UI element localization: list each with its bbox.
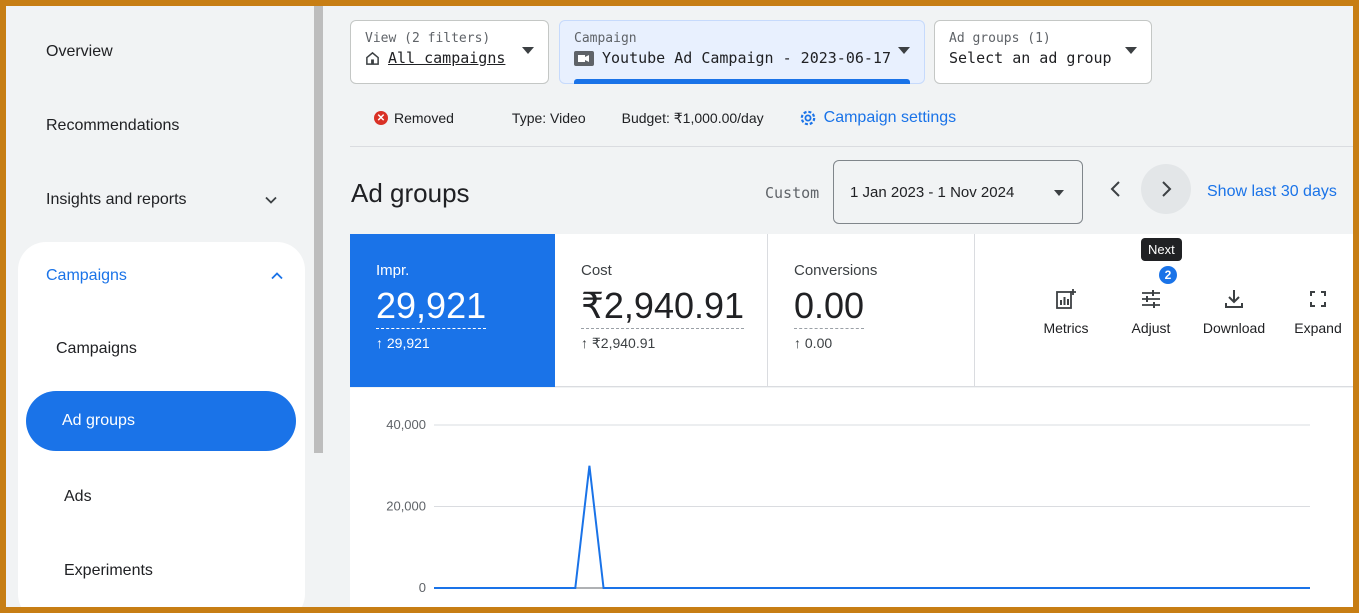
campaign-label: Campaign	[574, 31, 637, 46]
sidebar-subitem-campaigns[interactable]: Campaigns	[20, 319, 290, 379]
view-filter-selector[interactable]: View (2 filters) All campaigns	[350, 20, 549, 84]
next-tooltip: Next	[1141, 238, 1182, 261]
date-range-type: Custom	[765, 184, 820, 202]
metric-value: 29,921	[376, 285, 487, 330]
sidebar-item-campaigns[interactable]: Campaigns	[26, 246, 306, 306]
metric-card-impressions[interactable]: Impr. 29,921 ↑ 29,921	[350, 234, 555, 387]
sidebar-item-overview[interactable]: Overview	[26, 22, 306, 82]
sliders-icon	[1142, 290, 1160, 308]
gear-icon	[800, 110, 815, 126]
campaign-selector[interactable]: Campaign Youtube Ad Campaign - 2023-06-1…	[559, 20, 925, 84]
sidebar-scrollbar[interactable]	[314, 6, 323, 453]
show-last-30-days-link[interactable]: Show last 30 days	[1207, 183, 1337, 201]
download-tool-button[interactable]: Download	[1199, 286, 1269, 336]
status-badge: Removed	[394, 110, 454, 126]
ad-groups-selector[interactable]: Ad groups (1) Select an ad group	[934, 20, 1152, 84]
chevron-left-icon	[1110, 181, 1120, 197]
campaign-info-row: ✕ Removed Type: Video Budget: ₹1,000.00/…	[374, 106, 1353, 130]
sidebar-subitem-ad-groups[interactable]: Ad groups	[26, 391, 296, 451]
campaign-active-indicator	[574, 79, 910, 84]
expand-tool-button[interactable]: Expand	[1283, 286, 1353, 336]
metric-value: ₹2,940.91	[581, 285, 745, 330]
sidebar-item-label: Recommendations	[46, 117, 180, 134]
caret-down-icon	[1125, 47, 1137, 54]
video-campaign-icon	[574, 50, 594, 66]
next-period-button[interactable]	[1141, 164, 1191, 214]
metric-card-conversions[interactable]: Conversions 0.00 ↑ 0.00	[768, 234, 975, 387]
ad-groups-label: Ad groups (1)	[949, 31, 1051, 46]
chevron-up-icon	[271, 272, 283, 280]
metric-card-cost[interactable]: Cost ₹2,940.91 ↑ ₹2,940.91	[555, 234, 768, 387]
metric-label: Impr.	[376, 262, 410, 279]
sidebar-subitem-label: Campaigns	[56, 340, 137, 357]
date-range-picker[interactable]: 1 Jan 2023 - 1 Nov 2024	[833, 160, 1083, 224]
adjust-tool-button[interactable]: 2 Adjust	[1116, 266, 1186, 336]
campaign-settings-link[interactable]: Campaign settings	[798, 108, 956, 128]
chart-area: 40,000 20,000 0	[350, 388, 1353, 607]
caret-down-icon	[1054, 190, 1064, 196]
campaign-budget: Budget: ₹1,000.00/day	[621, 109, 764, 126]
removed-status-icon: ✕	[374, 111, 388, 125]
y-tick-label: 0	[419, 580, 426, 595]
sidebar-item-label: Campaigns	[46, 267, 127, 284]
y-tick-label: 40,000	[386, 417, 426, 432]
ad-groups-value: Select an ad group	[949, 49, 1112, 67]
y-tick-label: 20,000	[386, 499, 426, 514]
sidebar-item-label: Overview	[46, 43, 113, 60]
sidebar-item-insights-and-reports[interactable]: Insights and reports	[26, 170, 306, 230]
metric-label: Cost	[581, 262, 612, 279]
download-icon	[1225, 290, 1243, 308]
previous-period-button[interactable]	[1091, 164, 1141, 214]
campaign-value: Youtube Ad Campaign - 2023-06-17	[574, 49, 910, 67]
sidebar-subitem-label: Experiments	[64, 562, 153, 579]
divider	[350, 146, 1353, 147]
chevron-right-icon	[1162, 181, 1172, 197]
metrics-tool-button[interactable]: Metrics	[1031, 286, 1101, 336]
home-icon	[366, 51, 379, 65]
sidebar-item-label: Insights and reports	[46, 191, 187, 208]
metric-value: 0.00	[794, 285, 865, 330]
metric-delta: ↑ 29,921	[376, 335, 430, 352]
caret-down-icon	[522, 47, 534, 54]
sidebar-subitem-experiments[interactable]: Experiments	[28, 541, 298, 601]
main-content: View (2 filters) All campaigns Campaign …	[330, 6, 1353, 607]
app-frame: Overview Recommendations Insights and re…	[6, 6, 1353, 607]
chevron-down-icon	[265, 196, 277, 204]
sidebar-subitem-ads[interactable]: Ads	[28, 467, 298, 527]
sidebar-subitem-label: Ads	[64, 488, 92, 505]
expand-icon	[1310, 291, 1326, 307]
impressions-series-line	[434, 465, 1310, 589]
impressions-line-chart: 40,000 20,000 0	[386, 417, 1310, 595]
adjust-count-badge: 2	[1159, 266, 1177, 284]
metric-delta: ↑ ₹2,940.91	[581, 335, 656, 352]
view-filter-value: All campaigns	[365, 49, 534, 67]
sidebar: Overview Recommendations Insights and re…	[6, 6, 312, 607]
view-filter-label: View (2 filters)	[365, 31, 491, 46]
campaign-type: Type: Video	[511, 110, 586, 126]
metric-label: Conversions	[794, 262, 878, 279]
caret-down-icon	[898, 47, 910, 54]
metric-delta: ↑ 0.00	[794, 335, 833, 352]
sidebar-item-recommendations[interactable]: Recommendations	[26, 96, 306, 156]
metrics-chart-icon	[1056, 289, 1076, 309]
page-title: Ad groups	[351, 178, 470, 208]
sidebar-subitem-label: Ad groups	[62, 412, 135, 429]
